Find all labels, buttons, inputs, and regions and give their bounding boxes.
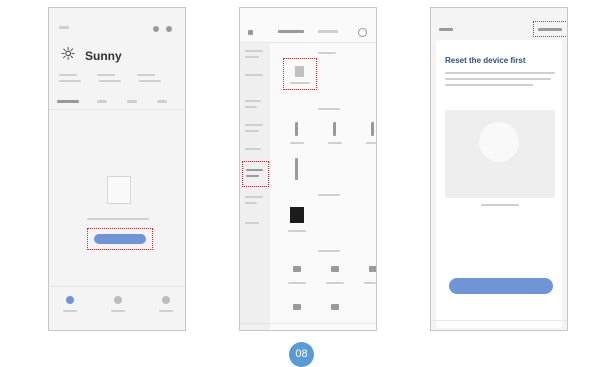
phone-screen-15: Reset the device first xyxy=(430,7,568,331)
me-tab-icon[interactable] xyxy=(162,296,170,304)
plus-icon[interactable] xyxy=(153,26,159,32)
home-tab-icon[interactable] xyxy=(66,296,74,304)
back-icon[interactable] xyxy=(248,30,253,35)
gear-icon[interactable] xyxy=(166,26,172,32)
top-right-option-link[interactable] xyxy=(538,28,562,31)
room-name: Sunny xyxy=(85,49,122,63)
add-device-button[interactable] xyxy=(94,234,146,244)
device-icon[interactable] xyxy=(295,66,304,77)
scan-icon[interactable] xyxy=(358,28,367,37)
tab-add-manually[interactable] xyxy=(278,30,304,33)
empty-device-icon xyxy=(107,176,131,204)
smart-tab-icon[interactable] xyxy=(114,296,122,304)
page-number: 08 xyxy=(289,342,314,367)
phone-screen-14 xyxy=(239,7,377,331)
instruction-heading: Reset the device first xyxy=(445,56,526,65)
highlight-category xyxy=(242,161,269,187)
category-item-selected[interactable] xyxy=(246,169,263,171)
sun-icon: ☼ xyxy=(60,44,77,65)
phone-screen-13: ☼ Sunny xyxy=(48,7,186,331)
tab-auto-scan[interactable] xyxy=(318,30,338,33)
device-image-icon xyxy=(479,122,519,162)
tab-all-devices[interactable] xyxy=(57,100,79,103)
cancel-link[interactable] xyxy=(439,28,453,31)
next-step-button[interactable] xyxy=(449,278,553,294)
device-thumbnail[interactable] xyxy=(290,207,304,223)
